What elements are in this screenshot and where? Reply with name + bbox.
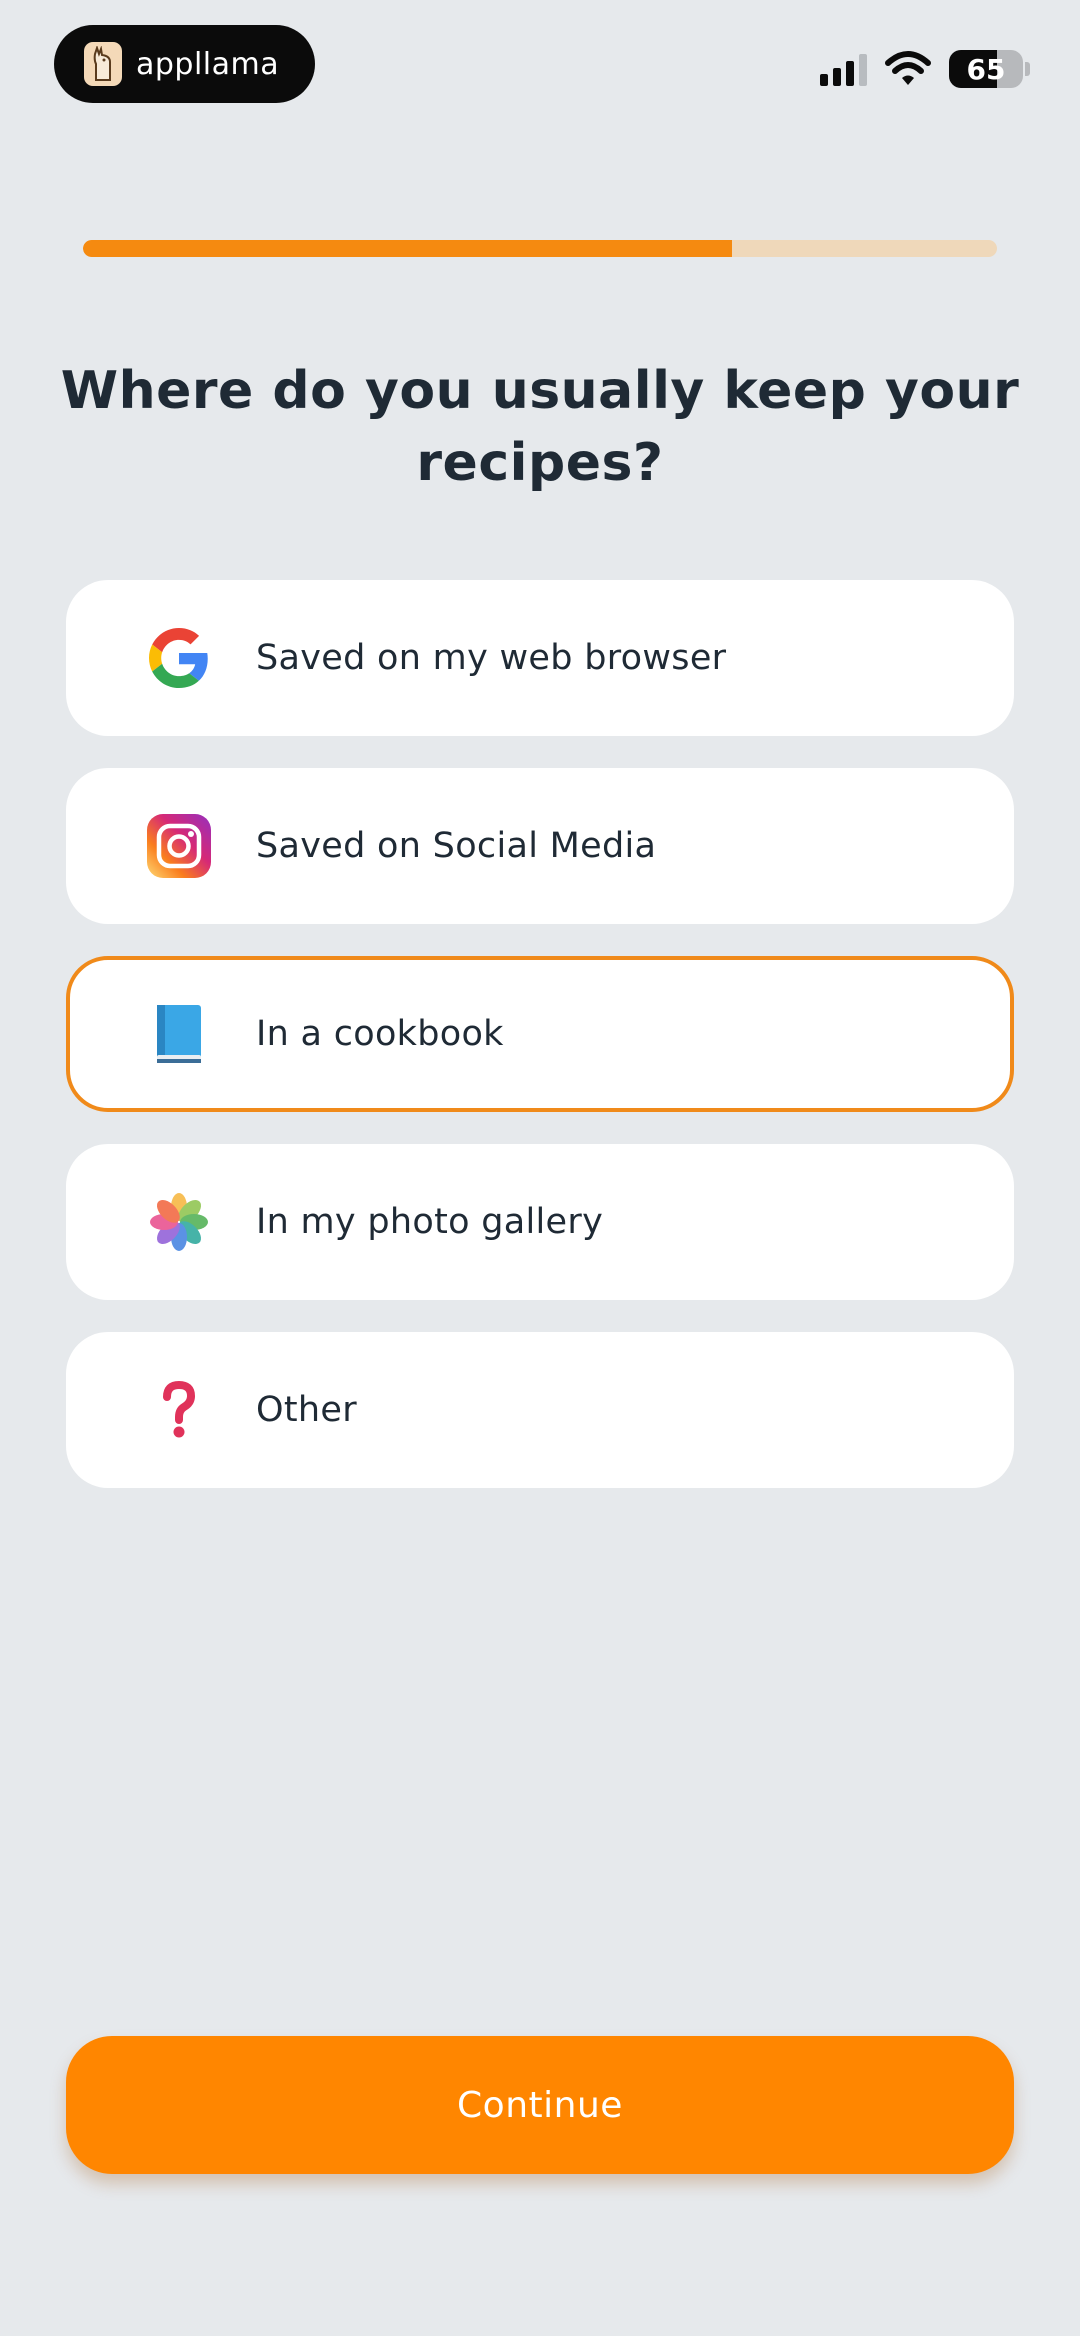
wifi-icon: [885, 51, 931, 87]
option-photo-gallery[interactable]: In my photo gallery: [66, 1144, 1014, 1300]
progress-fill: [83, 240, 732, 257]
battery-icon: 65: [949, 50, 1023, 88]
instagram-icon: [144, 811, 214, 881]
continue-button[interactable]: Continue: [66, 2036, 1014, 2174]
status-icons: 65: [820, 50, 1030, 88]
onboarding-screen: appllama 65 Where do you usually keep yo…: [0, 0, 1080, 2336]
onboarding-progress-bar: [83, 240, 997, 257]
llama-icon: [84, 42, 122, 86]
battery-percent: 65: [966, 52, 1006, 86]
option-web-browser[interactable]: Saved on my web browser: [66, 580, 1014, 736]
photos-icon: [144, 1187, 214, 1257]
option-label: Saved on my web browser: [256, 638, 727, 678]
option-label: Other: [256, 1390, 357, 1430]
option-social-media[interactable]: Saved on Social Media: [66, 768, 1014, 924]
google-icon: [144, 623, 214, 693]
option-label: In a cookbook: [256, 1014, 504, 1054]
book-icon: [144, 999, 214, 1069]
option-label: Saved on Social Media: [256, 826, 657, 866]
option-label: In my photo gallery: [256, 1202, 604, 1242]
question-title: Where do you usually keep your recipes?: [60, 361, 1020, 493]
brand-pill: appllama: [54, 25, 315, 103]
battery-nub: [1025, 62, 1030, 76]
answer-options: Saved on my web browser Saved on Social …: [66, 580, 1014, 1520]
cellular-signal-icon: [820, 52, 867, 86]
option-other[interactable]: Other: [66, 1332, 1014, 1488]
question-mark-icon: [144, 1375, 214, 1445]
brand-name: appllama: [136, 46, 280, 82]
option-cookbook[interactable]: In a cookbook: [66, 956, 1014, 1112]
